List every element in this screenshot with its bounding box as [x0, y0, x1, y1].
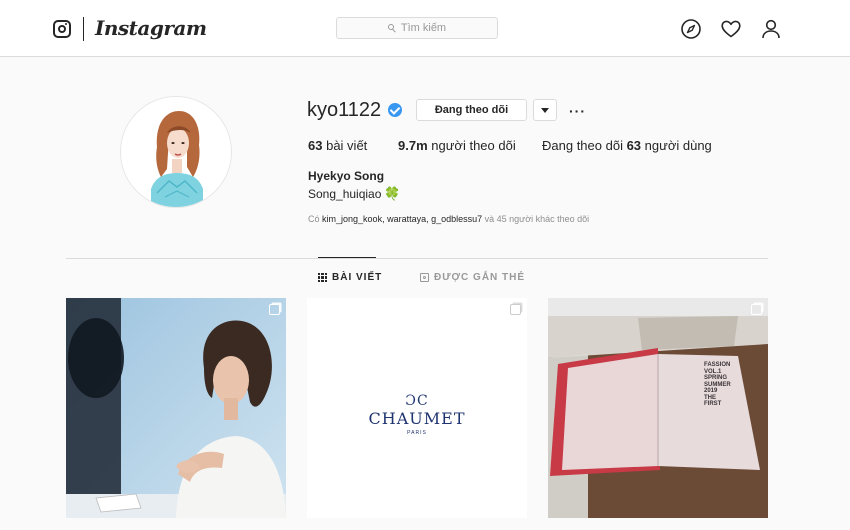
following-button[interactable]: Đang theo dõi: [416, 99, 527, 121]
logo-separator: [83, 17, 84, 41]
posts-label: bài viết: [326, 138, 368, 153]
multiple-photos-icon: [269, 304, 280, 315]
search-input[interactable]: Tìm kiếm: [336, 17, 498, 39]
tagged-icon: [420, 273, 429, 282]
profile-avatar[interactable]: [120, 96, 232, 208]
instagram-wordmark[interactable]: Instagram: [95, 16, 207, 40]
post-thumbnail[interactable]: ƆC CHAUMET PARIS: [307, 298, 527, 518]
verified-badge-icon: [388, 103, 402, 117]
followers-count: 9.7m: [398, 138, 428, 153]
tab-tagged[interactable]: ĐƯỢC GẮN THẺ: [420, 272, 525, 283]
heart-icon[interactable]: [720, 18, 742, 40]
tab-posts-label: BÀI VIẾT: [332, 272, 383, 283]
followed-by-text[interactable]: Có kim_jong_kook, warattaya, g_odblessu7…: [308, 214, 589, 224]
following-stat[interactable]: Đang theo dõi 63 người dùng: [542, 138, 712, 153]
chaumet-crown-mark: ƆC: [405, 392, 429, 409]
tab-tagged-label: ĐƯỢC GẮN THẺ: [434, 272, 526, 283]
search-icon: [387, 23, 397, 33]
active-tab-indicator: [318, 257, 376, 258]
compass-icon[interactable]: [680, 18, 702, 40]
followed-by-names: kim_jong_kook, warattaya, g_odblessu7: [322, 214, 483, 224]
posts-count-stat: 63 bài viết: [308, 138, 367, 153]
profile-full-name: Hyekyo Song: [308, 169, 385, 183]
tabs-divider: [66, 258, 768, 259]
profile-bio: Song_huiqiao 🍀: [308, 186, 401, 202]
bio-text: Song_huiqiao: [308, 187, 382, 201]
suggestions-dropdown-button[interactable]: [533, 99, 557, 121]
multiple-photos-icon: [751, 304, 762, 315]
followers-stat[interactable]: 9.7m người theo dõi: [398, 138, 516, 153]
instagram-icon[interactable]: [53, 20, 71, 38]
tab-posts[interactable]: BÀI VIẾT: [318, 272, 382, 283]
top-nav-bar: Instagram Tìm kiếm: [0, 0, 850, 57]
caret-down-icon: [541, 107, 549, 113]
post-thumbnail[interactable]: FASSION VOL.1 SPRING SUMMER 2019 THE FIR…: [548, 298, 768, 518]
book-text-line: FIRST: [704, 401, 722, 407]
posts-count: 63: [308, 138, 323, 153]
book-cover-text: FASSION VOL.1 SPRING SUMMER 2019 THE FIR…: [704, 362, 748, 408]
chaumet-wordmark: CHAUMET: [368, 408, 466, 428]
following-label: người dùng: [644, 138, 712, 153]
chaumet-logo: ƆC CHAUMET PARIS: [307, 298, 527, 518]
following-prefix: Đang theo dõi: [542, 138, 623, 153]
profile-icon[interactable]: [760, 18, 782, 40]
chaumet-subtitle: PARIS: [407, 429, 427, 436]
clover-icon: 🍀: [384, 186, 401, 201]
profile-username: kyo1122: [307, 99, 382, 121]
followed-by-prefix: Có: [308, 214, 320, 224]
post-thumbnail[interactable]: [66, 298, 286, 518]
search-placeholder: Tìm kiếm: [400, 22, 447, 34]
more-options-icon[interactable]: ···: [569, 103, 586, 119]
grid-icon: [318, 273, 327, 282]
following-count: 63: [626, 138, 642, 153]
followers-label: người theo dõi: [431, 138, 516, 153]
multiple-photos-icon: [510, 304, 521, 315]
followed-by-suffix: và 45 người khác theo dõi: [484, 214, 590, 224]
